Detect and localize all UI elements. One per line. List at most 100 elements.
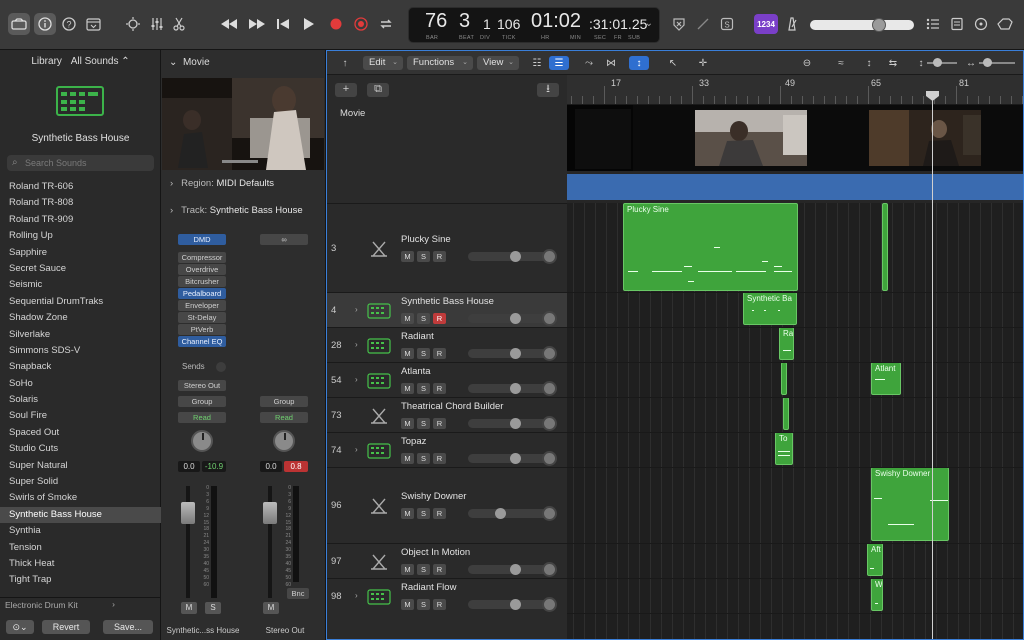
grid-view-icon[interactable]: ☷ xyxy=(527,56,547,70)
group-button[interactable]: Group xyxy=(260,396,308,407)
replace-record-icon[interactable] xyxy=(350,13,372,35)
snap-icon[interactable]: ⊖ xyxy=(797,56,817,70)
cycle-icon[interactable] xyxy=(375,13,397,35)
library-item[interactable]: Rolling Up xyxy=(0,228,161,244)
mute-button[interactable]: M xyxy=(401,598,414,610)
track-pan-knob[interactable] xyxy=(542,248,557,264)
library-item[interactable]: Tension xyxy=(0,540,161,556)
library-item[interactable]: Simmons SDS-V xyxy=(0,343,161,359)
view-menu[interactable]: View ⌄ xyxy=(477,56,519,70)
track-volume-knob[interactable] xyxy=(510,452,521,464)
library-item[interactable]: Roland TR-909 xyxy=(0,212,161,228)
duplicate-track-icon[interactable]: ⧉ xyxy=(367,83,389,97)
track-name[interactable]: Atlanta xyxy=(401,366,431,377)
save-button[interactable]: Save... xyxy=(103,620,153,634)
ruler[interactable]: 17 33 49 65 81 xyxy=(567,75,1023,105)
play-icon[interactable] xyxy=(298,13,320,35)
track-inspector-header[interactable]: › Track: Synthetic Bass House xyxy=(170,205,303,216)
automation-read-button[interactable]: Read xyxy=(178,412,226,423)
region-plucky-sine[interactable]: Plucky Sine xyxy=(623,203,798,291)
master-volume-knob[interactable] xyxy=(872,18,886,32)
sends-slot[interactable] xyxy=(216,362,226,372)
library-item[interactable]: Synthetic Bass House xyxy=(0,506,161,524)
horizontal-zoom-icon[interactable]: ↔ xyxy=(961,56,981,70)
library-item[interactable]: Sequential DrumTraks xyxy=(0,294,161,310)
library-item[interactable]: Roland TR-606 xyxy=(0,179,161,195)
mute-button[interactable]: M xyxy=(401,452,414,464)
pencil-tool-icon[interactable]: ✛ xyxy=(693,56,713,70)
track-volume-knob[interactable] xyxy=(510,382,521,394)
flex-mode-icon[interactable]: ⋈ xyxy=(601,56,621,70)
library-item[interactable]: Soul Fire xyxy=(0,408,161,424)
mute-button[interactable]: M xyxy=(401,508,414,519)
track-name[interactable]: Plucky Sine xyxy=(401,234,451,245)
record-enable-button[interactable]: R xyxy=(433,312,446,324)
keyboard-stand-icon[interactable] xyxy=(367,241,391,257)
library-category-popup[interactable]: All Sounds ⌃ xyxy=(71,56,130,67)
replace-icon[interactable]: S xyxy=(716,13,738,35)
track-pan-knob[interactable] xyxy=(542,380,557,396)
region-radiant-flow[interactable]: W xyxy=(871,578,883,611)
plugin-slot[interactable]: Channel EQ xyxy=(178,336,226,347)
library-item[interactable]: Synthia xyxy=(0,523,161,539)
horizontal-zoom-knob[interactable] xyxy=(983,58,992,67)
drum-machine-icon[interactable] xyxy=(367,302,391,319)
library-item[interactable]: Thick Heat xyxy=(0,556,161,572)
pan-knob[interactable] xyxy=(273,430,295,452)
track-pan-knob[interactable] xyxy=(542,345,557,361)
track-volume-slider[interactable] xyxy=(468,509,552,518)
region-synthetic-bass-house[interactable]: Synthetic Ba xyxy=(743,292,797,325)
library-item[interactable]: Sapphire xyxy=(0,245,161,261)
plugin-slot[interactable]: Pedalboard xyxy=(178,288,226,299)
tracks-grid[interactable]: Plucky Sine Synthetic Ba Ra Atlant To Sw… xyxy=(567,203,1023,639)
solo-button[interactable]: S xyxy=(417,417,430,429)
lcd-display[interactable]: 76 3 1 106 BAR BEAT DIV TICK 01:02 :31:0… xyxy=(408,7,660,43)
record-icon[interactable] xyxy=(325,13,347,35)
functions-menu[interactable]: Functions ⌄ xyxy=(407,56,473,70)
disclosure-triangle-icon[interactable]: › xyxy=(355,305,358,314)
loop-browser-icon[interactable] xyxy=(970,13,992,35)
mute-button[interactable]: M xyxy=(401,382,414,394)
region-topaz[interactable]: To xyxy=(775,432,793,465)
library-item[interactable]: Super Solid xyxy=(0,474,161,490)
inspector-movie-header[interactable]: ⌄ Movie xyxy=(169,57,210,68)
track-header[interactable]: 98 › Radiant Flow M S R xyxy=(327,578,567,613)
track-volume-knob[interactable] xyxy=(510,250,521,262)
track-header[interactable]: 4 › Synthetic Bass House M S R xyxy=(327,292,567,327)
vertical-zoom-slider[interactable] xyxy=(927,62,957,64)
record-enable-button[interactable]: R xyxy=(433,417,446,429)
library-item[interactable]: Tight Trap xyxy=(0,572,161,588)
chevron-down-icon[interactable]: ⌄ xyxy=(645,18,653,29)
flex-icon[interactable]: ⤳ xyxy=(579,56,599,70)
inspector-info-icon[interactable] xyxy=(34,13,56,35)
catch-icon[interactable]: ↕ xyxy=(629,56,649,70)
track-pan-knob[interactable] xyxy=(542,415,557,431)
go-to-beginning-icon[interactable] xyxy=(272,13,294,35)
keyboard-stand-icon[interactable] xyxy=(367,554,391,570)
library-item[interactable]: Spaced Out xyxy=(0,425,161,441)
track-header[interactable]: 54 › Atlanta M S R xyxy=(327,362,567,397)
drum-machine-icon[interactable] xyxy=(367,372,391,389)
toolbar-toggle-icon[interactable] xyxy=(82,13,104,35)
solo-button[interactable]: S xyxy=(417,382,430,394)
metronome-icon[interactable] xyxy=(781,13,803,35)
library-item[interactable]: Swirls of Smoke xyxy=(0,490,161,506)
track-volume-knob[interactable] xyxy=(495,508,506,519)
automation-read-button[interactable]: Read xyxy=(260,412,308,423)
mute-button[interactable]: M xyxy=(181,602,197,614)
region-atlanta[interactable]: Atlant xyxy=(871,362,901,395)
track-volume-knob[interactable] xyxy=(510,347,521,359)
link-icon[interactable]: ∞ xyxy=(260,234,308,245)
revert-button[interactable]: Revert xyxy=(42,620,90,634)
output-button[interactable]: Stereo Out xyxy=(178,380,226,391)
drum-machine-icon[interactable] xyxy=(367,588,391,605)
list-editors-icon[interactable] xyxy=(922,13,944,35)
volume-value[interactable]: 0.0 xyxy=(178,461,200,472)
track-name[interactable]: Theatrical Chord Builder xyxy=(401,401,503,412)
setting-button[interactable]: DMD xyxy=(178,234,226,245)
low-latency-icon[interactable] xyxy=(668,13,690,35)
track-volume-knob[interactable] xyxy=(510,563,521,575)
record-enable-button[interactable]: R xyxy=(433,598,446,610)
track-pan-knob[interactable] xyxy=(542,506,557,521)
track-pan-knob[interactable] xyxy=(542,561,557,577)
